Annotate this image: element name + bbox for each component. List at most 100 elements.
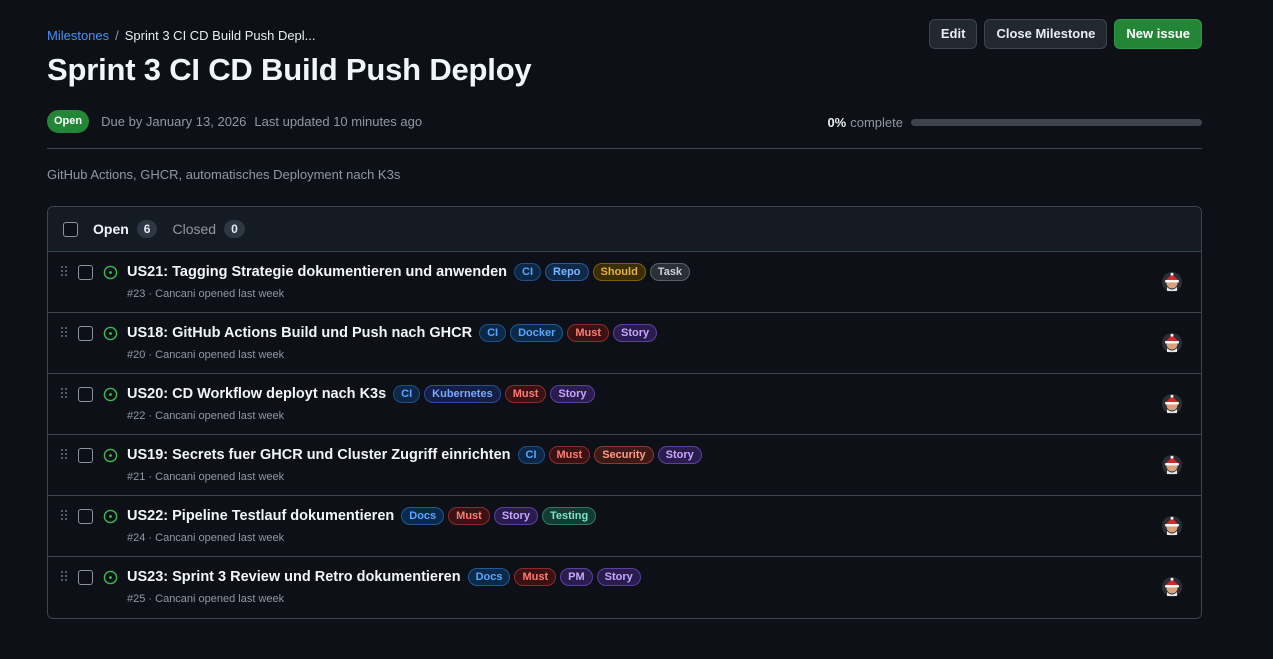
issue-label[interactable]: Story [657,446,702,464]
issue-checkbox[interactable] [78,570,93,585]
issue-checkbox[interactable] [78,265,93,280]
issue-label[interactable]: Must [448,507,490,525]
issue-title-link[interactable]: US21: Tagging Strategie dokumentieren un… [127,264,507,280]
milestone-description: GitHub Actions, GHCR, automatisches Depl… [47,167,401,182]
issue-label[interactable]: CI [514,263,542,281]
table-row[interactable]: US18: GitHub Actions Build und Push nach… [48,313,1201,374]
issue-list: US21: Tagging Strategie dokumentieren un… [48,252,1201,618]
drag-handle-icon[interactable] [61,449,69,461]
drag-handle-icon[interactable] [61,266,69,278]
drag-handle-icon[interactable] [61,510,69,522]
issue-label[interactable]: CI [393,385,421,403]
issue-meta: #25 · Cancani opened last week [127,593,285,605]
issue-title-link[interactable]: US18: GitHub Actions Build und Push nach… [127,325,472,341]
issue-label[interactable]: Docs [401,507,445,525]
issue-opened-icon [103,570,118,585]
issue-label[interactable]: Must [504,385,547,403]
issue-label[interactable]: CI [517,446,545,464]
issue-label[interactable]: Docs [467,568,511,586]
close-milestone-button[interactable]: Close Milestone [984,19,1108,49]
issue-label[interactable]: Repo [545,263,589,281]
issue-checkbox[interactable] [78,326,93,341]
status-badge: Open [47,110,90,133]
select-all-checkbox[interactable] [63,221,78,237]
issue-title-line: US21: Tagging Strategie dokumentieren un… [127,263,691,281]
avatar[interactable] [1162,516,1182,536]
issue-label[interactable]: Must [514,568,557,586]
issue-checkbox[interactable] [78,387,93,402]
issue-title-link[interactable]: US22: Pipeline Testlauf dokumentieren [127,508,394,524]
edit-button[interactable]: Edit [928,19,978,49]
breadcrumb: Milestones / Sprint 3 CI CD Build Push Dep… [47,28,316,43]
divider [47,148,1202,149]
issue-meta: #20 · Cancani opened last week [127,349,285,361]
issue-label[interactable]: Task [649,263,691,281]
drag-handle-icon[interactable] [61,327,69,339]
breadcrumb-separator: / [115,28,119,43]
drag-handle-icon[interactable] [61,388,69,400]
avatar[interactable] [1162,272,1182,292]
issue-label[interactable]: Must [548,446,591,464]
issue-title-link[interactable]: US20: CD Workflow deployt nach K3s [127,386,386,402]
issue-meta: #21 · Cancani opened last week [127,471,285,483]
avatar[interactable] [1162,455,1182,475]
issue-label[interactable]: Story [550,385,595,403]
table-row[interactable]: US22: Pipeline Testlauf dokumentieren Doc… [48,496,1201,557]
issue-label[interactable]: Docker [510,324,564,342]
issue-label[interactable]: PM [560,568,593,586]
table-row[interactable]: US19: Secrets fuer GHCR und Cluster Zugr… [48,435,1201,496]
milestone-meta: Open Due by January 13, 2026 Last update… [47,110,422,133]
issue-label[interactable]: Security [594,446,654,464]
milestone-progress: 0% complete [827,115,1202,130]
issue-title-line: US18: GitHub Actions Build und Push nach… [127,324,658,342]
issue-opened-icon [103,265,118,280]
table-row[interactable]: US20: CD Workflow deployt nach K3s CI Kube… [48,374,1201,435]
table-row[interactable]: US23: Sprint 3 Review und Retro dokument… [48,557,1201,618]
issue-label[interactable]: Story [613,324,658,342]
tab-closed[interactable]: Closed 0 [172,220,245,238]
issue-meta: #22 · Cancani opened last week [127,410,285,422]
tab-open-label: Open [93,221,129,237]
page-title: Sprint 3 CI CD Build Push Deploy [47,52,532,87]
tab-open[interactable]: Open 6 [93,220,158,238]
issue-checkbox[interactable] [78,448,93,463]
issue-label[interactable]: Should [592,263,646,281]
avatar[interactable] [1162,394,1182,414]
breadcrumb-current: Sprint 3 CI CD Build Push Depl... [124,28,316,43]
issue-label[interactable]: Must [567,324,610,342]
issue-label[interactable]: Kubernetes [424,385,501,403]
breadcrumb-milestones-link[interactable]: Milestones [47,28,109,43]
milestone-page: Milestones / Sprint 3 CI CD Build Push Dep… [0,0,1273,659]
issue-opened-icon [103,448,118,463]
issue-label[interactable]: Story [596,568,641,586]
drag-handle-icon[interactable] [61,571,69,583]
issue-title-line: US23: Sprint 3 Review und Retro dokument… [127,568,641,586]
new-issue-button[interactable]: New issue [1114,19,1202,49]
issue-meta: #23 · Cancani opened last week [127,288,285,300]
due-date: Due by January 13, 2026 [101,114,247,129]
closed-count: 0 [224,220,245,238]
open-count: 6 [136,220,158,238]
issue-checkbox[interactable] [78,509,93,524]
tab-closed-label: Closed [172,221,217,237]
avatar[interactable] [1162,577,1182,597]
issue-label[interactable]: Testing [541,507,597,525]
issue-label[interactable]: CI [479,324,507,342]
issue-title-link[interactable]: US23: Sprint 3 Review und Retro dokument… [127,569,461,585]
issues-box: Open 6 Closed 0 US21: Tagging Strategie … [47,206,1202,619]
progress-suffix: complete [850,115,903,130]
issue-title-line: US22: Pipeline Testlauf dokumentieren Doc… [127,507,597,525]
issue-opened-icon [103,387,118,402]
avatar[interactable] [1162,333,1182,353]
milestone-actions: Edit Close Milestone New issue [928,19,1202,49]
issue-label[interactable]: Story [493,507,538,525]
issues-box-header: Open 6 Closed 0 [48,207,1201,252]
issue-opened-icon [103,326,118,341]
progress-bar [911,119,1202,126]
table-row[interactable]: US21: Tagging Strategie dokumentieren un… [48,252,1201,313]
issue-opened-icon [103,509,118,524]
issue-title-link[interactable]: US19: Secrets fuer GHCR und Cluster Zugr… [127,447,511,463]
last-updated: Last updated 10 minutes ago [254,114,423,129]
progress-percent: 0% [827,115,847,130]
issue-title-line: US20: CD Workflow deployt nach K3s CI Kube… [127,385,595,403]
